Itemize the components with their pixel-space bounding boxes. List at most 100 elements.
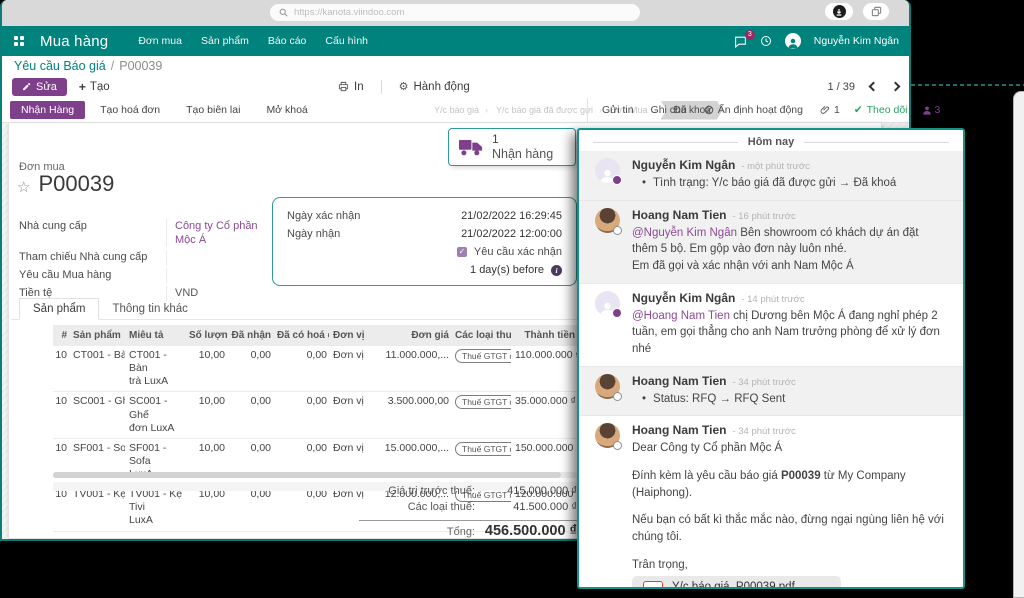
attachment-name[interactable]: Y/c báo giá_P00039.pdf [672,581,795,589]
divider [381,80,382,94]
chatter-toolbar-right: 1 ✔ Theo dõi 3 [820,104,940,116]
edit-button[interactable]: Sửa [12,78,67,96]
message-author[interactable]: Hoang Nam Tien [632,208,726,222]
app-title[interactable]: Mua hàng [40,33,108,50]
tab-thong-tin-khac[interactable]: Thông tin khác [99,299,200,319]
table-cell: Thuế GTGT đ... [453,392,511,412]
chatter-message: Hoang Nam Tien- 34 phút trước•Status: RF… [579,366,963,416]
action-menu-button[interactable]: ⚙ Hành động [399,80,470,93]
log-note-button[interactable]: Ghi chú [651,104,687,116]
tax-pill[interactable]: Thuế GTGT đ... [455,349,511,363]
column-header-mieu-ta[interactable]: Miêu tả [127,327,185,344]
nav-menu-on-mua[interactable]: Đơn mua [138,35,182,47]
table-cell: Thuế GTGT đ... [453,439,511,459]
chatter-message: Nguyễn Kim Ngân- 14 phút trước@Hoang Nam… [579,283,963,366]
tax-pill[interactable]: Thuế GTGT đ... [455,395,511,409]
apps-menu-icon[interactable] [14,36,24,46]
window-edge-dashes [911,84,1024,86]
ack-checkbox[interactable]: ✓ [457,247,467,257]
workflow-button-tao-hoa-on[interactable]: Tạo hoá đơn [89,101,171,119]
column-header-on-gia[interactable]: Đơn giá [367,327,451,344]
table-cell: 15.000.000,... [367,439,451,457]
message-author[interactable]: Nguyễn Kim Ngân [632,291,735,305]
favorite-star-icon[interactable]: ☆ [17,180,30,195]
attachment-download-icon[interactable] [818,587,830,589]
receipt-date-value[interactable]: 21/02/2022 12:00:00 [461,228,562,240]
table-cell: 10,00 [187,346,227,364]
column-header-cac-loai-thue[interactable]: Các loại thuế [453,327,511,344]
table-row[interactable]: 10CT001 - Bàn t...CT001 - Bàn trà LuxA10… [53,346,579,392]
nav-menu-cau-hinh[interactable]: Cấu hình [325,35,368,47]
confirm-date-value[interactable]: 21/02/2022 16:29:45 [461,210,562,222]
receipt-smart-button[interactable]: 1 Nhận hàng [448,128,576,166]
tax-pill[interactable]: Thuế GTGT đ... [455,442,511,456]
table-row[interactable]: 10SF001 - Sofa ...SF001 - Sofa LuxA10,00… [53,439,579,485]
message-author[interactable]: Nguyễn Kim Ngân [632,158,735,172]
create-button[interactable]: + Tạo [79,80,110,94]
horizontal-scrollbar[interactable] [53,472,577,478]
column-header-a-nhan[interactable]: Đã nhận [229,327,273,344]
pager-next-button[interactable] [891,82,901,92]
nav-menu-bao-cao[interactable]: Báo cáo [268,35,307,47]
message-author[interactable]: Hoang Nam Tien [632,423,726,437]
workflow-button-tao-bien-lai[interactable]: Tạo biên lai [175,101,251,119]
paperclip-icon [820,105,830,115]
attachments-button[interactable]: 1 [820,104,840,116]
tab-overview-button[interactable] [863,3,889,20]
chatter-message: Hoang Nam Tien- 16 phút trước@Nguyễn Kim… [579,200,963,283]
workflow-button-nhan-hang[interactable]: Nhận Hàng [10,101,85,119]
user-name[interactable]: Nguyễn Kim Ngân [814,35,899,47]
column-header-a-co-hoa[interactable]: Đã có hoá đ... [275,327,329,344]
reminder-value[interactable]: 1 day(s) before [470,264,544,276]
column-header-[interactable]: # [53,327,69,344]
message-line: Trân trọng, [632,557,947,574]
field-value-nha-cung-cap[interactable]: Công ty Cổ phần Mộc Á [166,219,264,247]
status-step-y-c-bao-gia[interactable]: Y/c báo giá [430,105,492,115]
nav-menu-san-pham[interactable]: Sản phẩm [201,35,249,47]
browser-address-bar[interactable]: https://kanota.viindoo.com [270,4,640,21]
column-header-san-pham[interactable]: Sản phẩm [71,327,125,344]
message-line: •Tình trạng: Y/c báo giá đã được gửi → Đ… [632,175,947,192]
message-author[interactable]: Hoang Nam Tien [632,374,726,388]
downloads-button[interactable] [825,3,853,20]
user-mention[interactable]: @Nguyễn Kim Ngân [632,227,737,239]
activity-menu-button[interactable] [760,35,772,47]
workflow-button-mo-khoa[interactable]: Mở khoá [255,101,318,119]
message-line: •Status: RFQ → RFQ Sent [632,391,947,408]
message-body: @Hoang Nam Tien chị Dương bên Mộc Á đang… [632,308,947,358]
followers-button[interactable]: 3 [922,104,941,116]
tab-san-pham[interactable]: Sản phẩm [19,298,99,320]
pager-previous-button[interactable] [869,82,879,92]
field-row-tham-chieu-nha-cung-cap: Tham chiếu Nhà cung cấp [19,250,264,265]
table-cell: 150.000.000 ₫ [513,439,577,457]
user-mention[interactable]: @Hoang Nam Tien [632,310,730,322]
table-cell: Đơn vị [331,392,365,410]
scrollbar-thumb[interactable] [53,472,561,478]
table-cell: SF001 - Sofa ... [71,439,125,457]
print-button[interactable]: In [338,81,364,93]
table-cell: 10 [53,439,69,457]
schedule-activity-button[interactable]: Ấn định hoạt động [704,104,803,116]
user-avatar[interactable] [785,33,801,49]
printer-icon [338,81,349,92]
messages-menu-button[interactable]: 3 [734,35,747,48]
send-message-button[interactable]: Gửi tin [602,104,634,116]
attachment-card[interactable]: Y/c báo giá_P00039.pdfPDF [632,576,841,589]
column-header-on-vi[interactable]: Đơn vị [331,327,365,344]
table-cell: 0,00 [275,392,329,410]
plus-icon: + [79,80,86,94]
message-line: Dear Công ty Cổ phần Mộc Á [632,440,947,457]
table-cell: SC001 - Ghế đơn LuxA [127,392,185,437]
breadcrumb-root-link[interactable]: Yêu cầu Báo giá [14,59,106,73]
field-value-tham-chieu-nha-cung-cap [166,250,264,265]
field-row-yeu-cau-mua-hang: Yêu cầu Mua hàng [19,268,264,283]
avatar-photo [595,423,620,448]
table-row[interactable]: 10SC001 - Ghế ...SC001 - Ghế đơn LuxA10,… [53,392,579,438]
column-header-thanh-tien[interactable]: Thành tiền [513,327,577,344]
field-label: Yêu cầu Mua hàng [19,268,166,283]
field-group: Nhà cung cấpCông ty Cổ phần Mộc ÁTham ch… [19,219,264,304]
column-header-so-luong[interactable]: Số lượng [187,327,227,344]
follow-button[interactable]: ✔ Theo dõi [854,104,908,116]
table-cell: 35.000.000 ₫ [513,392,577,410]
check-icon: ✔ [854,104,863,116]
